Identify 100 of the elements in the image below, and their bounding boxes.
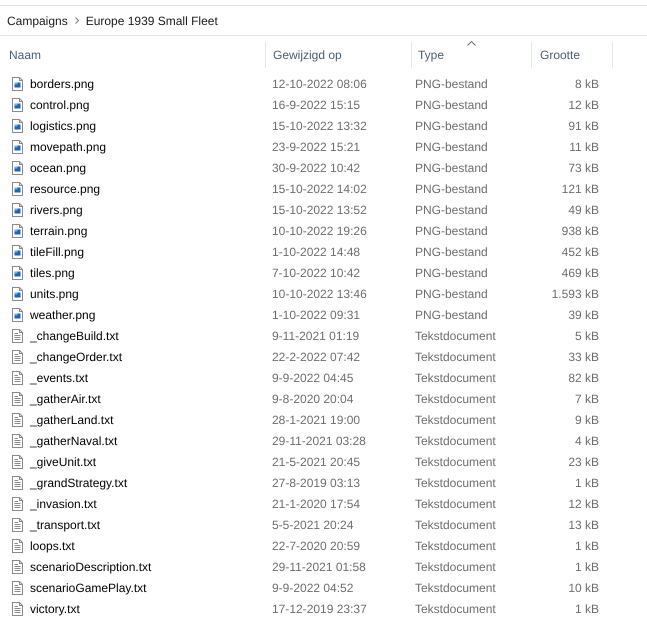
text-file-icon xyxy=(12,496,23,510)
modified-date: 12-10-2022 08:06 xyxy=(272,76,367,90)
column-header[interactable]: Grootte xyxy=(540,48,580,62)
file-type: Tekstdocument xyxy=(415,328,496,342)
file-name[interactable]: _gatherLand.txt xyxy=(30,412,114,426)
modified-date: 27-8-2019 03:13 xyxy=(272,476,360,490)
image-file-icon xyxy=(12,76,23,90)
file-name[interactable]: _grandStrategy.txt xyxy=(30,476,128,490)
file-name[interactable]: borders.png xyxy=(30,76,94,90)
file-type: PNG-bestand xyxy=(415,224,488,238)
image-file-icon xyxy=(12,244,23,258)
modified-date: 15-10-2022 13:52 xyxy=(272,202,367,216)
file-name[interactable]: rivers.png xyxy=(30,202,83,216)
file-size: 13 kB xyxy=(568,518,599,532)
file-type: PNG-bestand xyxy=(415,118,488,132)
modified-date: 10-10-2022 13:46 xyxy=(272,286,367,300)
file-type: PNG-bestand xyxy=(415,266,488,280)
file-name[interactable]: _changeOrder.txt xyxy=(30,350,122,364)
file-size: 23 kB xyxy=(568,454,599,468)
file-size: 10 kB xyxy=(568,580,599,594)
file-size: 469 kB xyxy=(562,266,599,280)
file-name[interactable]: units.png xyxy=(30,286,79,300)
breadcrumb-item[interactable]: Europe 1939 Small Fleet xyxy=(86,14,218,28)
image-file-icon xyxy=(12,308,23,322)
modified-date: 15-10-2022 14:02 xyxy=(272,182,367,196)
modified-date: 28-1-2021 19:00 xyxy=(272,412,360,426)
file-name[interactable]: control.png xyxy=(30,98,90,112)
breadcrumb-item[interactable]: Campaigns xyxy=(7,14,68,28)
file-name[interactable]: _changeBuild.txt xyxy=(30,328,119,342)
modified-date: 7-10-2022 10:42 xyxy=(272,266,360,280)
file-name[interactable]: tiles.png xyxy=(30,266,75,280)
file-name[interactable]: logistics.png xyxy=(30,118,96,132)
file-type: PNG-bestand xyxy=(415,140,488,154)
column-header[interactable]: Gewijzigd op xyxy=(273,48,342,62)
image-file-icon xyxy=(12,140,23,154)
text-file-icon xyxy=(12,434,23,448)
modified-date: 17-12-2019 23:37 xyxy=(272,602,367,616)
image-file-icon xyxy=(12,160,23,174)
file-size: 12 kB xyxy=(568,496,599,510)
file-size: 73 kB xyxy=(568,160,599,174)
file-name[interactable]: terrain.png xyxy=(30,224,88,238)
file-type: Tekstdocument xyxy=(415,392,496,406)
image-file-icon xyxy=(12,266,23,280)
file-type: PNG-bestand xyxy=(415,286,488,300)
file-type: PNG-bestand xyxy=(415,76,488,90)
file-name[interactable]: movepath.png xyxy=(30,140,106,154)
file-name[interactable]: _transport.txt xyxy=(30,518,100,532)
file-type: PNG-bestand xyxy=(415,244,488,258)
file-name[interactable]: _invasion.txt xyxy=(30,496,97,510)
file-name[interactable]: _gatherNaval.txt xyxy=(30,434,118,448)
modified-date: 30-9-2022 10:42 xyxy=(272,160,360,174)
file-name[interactable]: _gatherAir.txt xyxy=(30,392,101,406)
modified-date: 10-10-2022 19:26 xyxy=(272,224,367,238)
image-file-icon xyxy=(12,224,23,238)
file-type: Tekstdocument xyxy=(415,476,496,490)
file-size: 91 kB xyxy=(568,118,599,132)
file-type: Tekstdocument xyxy=(415,434,496,448)
modified-date: 21-5-2021 20:45 xyxy=(272,454,360,468)
modified-date: 5-5-2021 20:24 xyxy=(272,518,354,532)
file-type: Tekstdocument xyxy=(415,518,496,532)
file-type: PNG-bestand xyxy=(415,182,488,196)
file-type: Tekstdocument xyxy=(415,496,496,510)
image-file-icon xyxy=(12,118,23,132)
file-size: 49 kB xyxy=(568,202,599,216)
file-type: Tekstdocument xyxy=(415,350,496,364)
file-size: 121 kB xyxy=(562,182,599,196)
file-name[interactable]: resource.png xyxy=(30,182,100,196)
text-file-icon xyxy=(12,454,23,468)
image-file-icon xyxy=(12,286,23,300)
file-type: Tekstdocument xyxy=(415,560,496,574)
file-size: 452 kB xyxy=(562,244,599,258)
text-file-icon xyxy=(12,560,23,574)
file-name[interactable]: _events.txt xyxy=(30,370,88,384)
file-name[interactable]: scenarioGamePlay.txt xyxy=(30,580,146,594)
file-name[interactable]: loops.txt xyxy=(30,538,75,552)
file-name[interactable]: tileFill.png xyxy=(30,244,84,258)
modified-date: 29-11-2021 01:58 xyxy=(272,560,366,574)
text-file-icon xyxy=(12,328,23,342)
column-header[interactable]: Naam xyxy=(9,48,42,62)
modified-date: 9-8-2020 20:04 xyxy=(272,392,354,406)
file-size: 1 kB xyxy=(574,538,599,552)
text-file-icon xyxy=(12,602,23,616)
file-type: Tekstdocument xyxy=(415,602,496,616)
file-name[interactable]: _giveUnit.txt xyxy=(30,454,96,468)
file-type: PNG-bestand xyxy=(415,308,488,322)
file-name[interactable]: scenarioDescription.txt xyxy=(30,560,152,574)
file-size: 39 kB xyxy=(568,308,599,322)
image-file-icon xyxy=(12,202,23,216)
file-size: 12 kB xyxy=(568,98,599,112)
file-size: 1 kB xyxy=(574,602,599,616)
chevron-right-icon xyxy=(74,17,79,24)
file-name[interactable]: ocean.png xyxy=(30,160,86,174)
modified-date: 16-9-2022 15:15 xyxy=(272,98,360,112)
file-name[interactable]: weather.png xyxy=(30,308,96,322)
file-name[interactable]: victory.txt xyxy=(30,602,80,616)
text-file-icon xyxy=(12,370,23,384)
column-header[interactable]: Type xyxy=(418,48,444,62)
file-type: Tekstdocument xyxy=(415,538,496,552)
file-type: Tekstdocument xyxy=(415,370,496,384)
text-file-icon xyxy=(12,538,23,552)
